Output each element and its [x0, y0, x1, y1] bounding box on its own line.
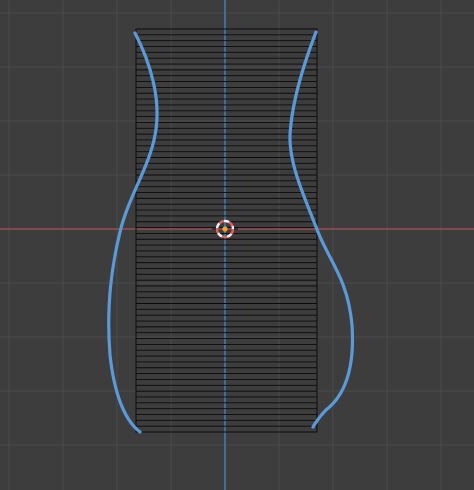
viewport-canvas[interactable] — [0, 0, 474, 490]
3d-viewport[interactable] — [0, 0, 474, 490]
object-origin-dot — [222, 226, 228, 232]
